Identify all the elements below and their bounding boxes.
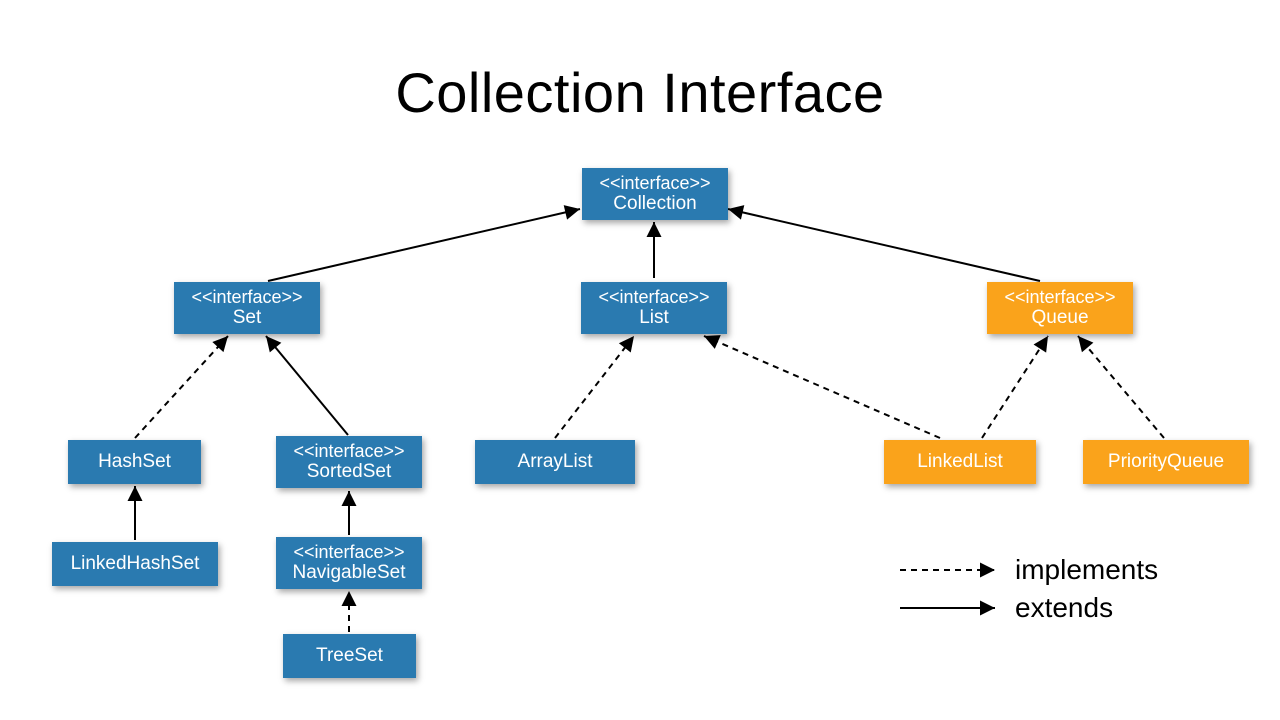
node-collection: <<interface>> Collection bbox=[582, 168, 728, 220]
stereotype-label: <<interface>> bbox=[293, 441, 404, 462]
stereotype-label: <<interface>> bbox=[191, 287, 302, 308]
node-navigableset: <<interface>> NavigableSet bbox=[276, 537, 422, 589]
node-label: SortedSet bbox=[307, 461, 392, 483]
node-hashset: HashSet bbox=[68, 440, 201, 484]
stereotype-label: <<interface>> bbox=[293, 542, 404, 563]
stereotype-label: <<interface>> bbox=[599, 173, 710, 194]
node-list: <<interface>> List bbox=[581, 282, 727, 334]
node-priorityqueue: PriorityQueue bbox=[1083, 440, 1249, 484]
node-label: PriorityQueue bbox=[1108, 451, 1224, 473]
node-arraylist: ArrayList bbox=[475, 440, 635, 484]
node-label: LinkedList bbox=[917, 451, 1003, 473]
node-label: List bbox=[639, 307, 669, 329]
node-sortedset: <<interface>> SortedSet bbox=[276, 436, 422, 488]
node-label: ArrayList bbox=[518, 451, 593, 473]
node-label: LinkedHashSet bbox=[71, 553, 200, 575]
node-label: Set bbox=[233, 307, 262, 329]
legend-implements: implements bbox=[1015, 554, 1158, 586]
node-set: <<interface>> Set bbox=[174, 282, 320, 334]
node-label: TreeSet bbox=[316, 645, 383, 667]
node-linkedlist: LinkedList bbox=[884, 440, 1036, 484]
node-label: Collection bbox=[613, 193, 696, 215]
legend-extends: extends bbox=[1015, 592, 1113, 624]
diagram-title: Collection Interface bbox=[0, 60, 1280, 125]
diagram-canvas: Collection Interface bbox=[0, 0, 1280, 720]
stereotype-label: <<interface>> bbox=[1004, 287, 1115, 308]
node-linkedhashset: LinkedHashSet bbox=[52, 542, 218, 586]
node-label: HashSet bbox=[98, 451, 171, 473]
node-treeset: TreeSet bbox=[283, 634, 416, 678]
node-label: Queue bbox=[1031, 307, 1088, 329]
node-queue: <<interface>> Queue bbox=[987, 282, 1133, 334]
node-label: NavigableSet bbox=[292, 562, 405, 584]
stereotype-label: <<interface>> bbox=[598, 287, 709, 308]
